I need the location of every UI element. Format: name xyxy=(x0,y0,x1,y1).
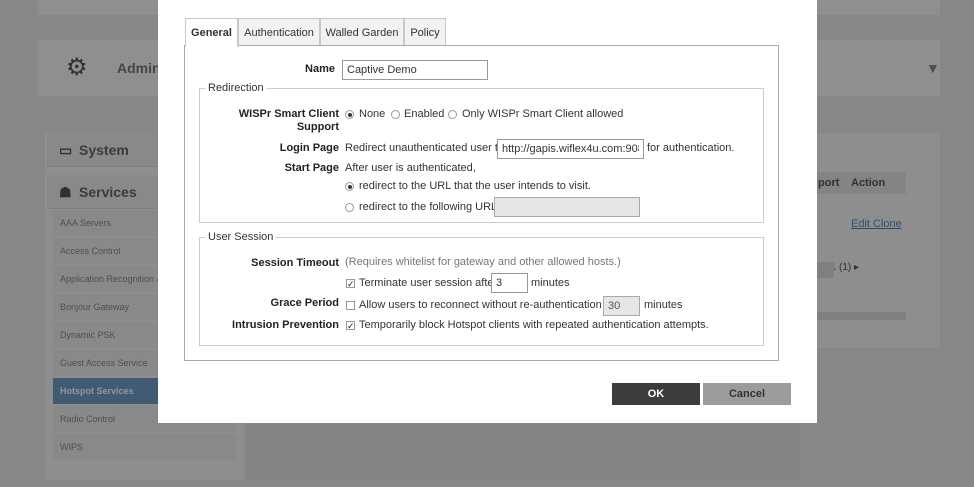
grace-minutes-input[interactable] xyxy=(603,296,640,316)
ok-button[interactable]: OK xyxy=(612,383,700,405)
login-prefix-text: Redirect unauthenticated user to xyxy=(345,142,504,154)
wispr-none-radio[interactable] xyxy=(345,110,354,119)
intrusion-check-label: Temporarily block Hotspot clients with r… xyxy=(359,319,709,331)
redirection-legend: Redirection xyxy=(208,82,264,94)
start-url-input[interactable] xyxy=(494,197,640,217)
start-intended-label: redirect to the URL that the user intend… xyxy=(359,180,591,192)
login-suffix-text: for authentication. xyxy=(647,142,735,154)
start-page-desc: After user is authenticated, xyxy=(345,162,476,174)
timeout-unit: minutes xyxy=(531,277,570,289)
user-session-legend: User Session xyxy=(208,231,274,243)
start-page-label: Start Page xyxy=(284,162,339,174)
intrusion-checkbox[interactable]: ✓ xyxy=(346,321,355,331)
wispr-none-label: None xyxy=(359,108,386,120)
timeout-check-label: Terminate user session after xyxy=(359,277,498,289)
wispr-enabled-label: Enabled xyxy=(404,108,445,120)
wispr-only-label: Only WISPr Smart Client allowed xyxy=(462,108,624,120)
grace-unit: minutes xyxy=(644,299,683,311)
session-timeout-label: Session Timeout xyxy=(251,257,339,269)
intrusion-prevention-label: Intrusion Prevention xyxy=(232,319,339,331)
start-following-radio[interactable] xyxy=(345,203,354,212)
login-page-label: Login Page xyxy=(279,142,339,154)
wispr-enabled-radio[interactable] xyxy=(391,110,400,119)
wispr-label: WISPr Smart Client Support xyxy=(238,108,339,133)
tab-authentication[interactable]: Authentication xyxy=(238,18,320,46)
tab-walled-garden[interactable]: Walled Garden xyxy=(320,18,404,46)
grace-checkbox[interactable] xyxy=(346,301,355,310)
tab-general[interactable]: General xyxy=(185,18,238,47)
grace-check-label: Allow users to reconnect without re-auth… xyxy=(359,299,618,311)
timeout-minutes-input[interactable] xyxy=(491,273,528,293)
cancel-button[interactable]: Cancel xyxy=(703,383,791,405)
name-label: Name xyxy=(305,63,335,75)
start-following-label: redirect to the following URL: xyxy=(359,201,501,213)
start-intended-radio[interactable] xyxy=(345,182,354,191)
timeout-checkbox[interactable]: ✓ xyxy=(346,279,355,289)
session-timeout-note: (Requires whitelist for gateway and othe… xyxy=(345,256,621,268)
grace-period-label: Grace Period xyxy=(270,297,339,309)
name-input[interactable] xyxy=(342,60,488,80)
wispr-only-radio[interactable] xyxy=(448,110,457,119)
login-url-input[interactable] xyxy=(497,139,644,159)
tab-policy[interactable]: Policy xyxy=(404,18,446,46)
